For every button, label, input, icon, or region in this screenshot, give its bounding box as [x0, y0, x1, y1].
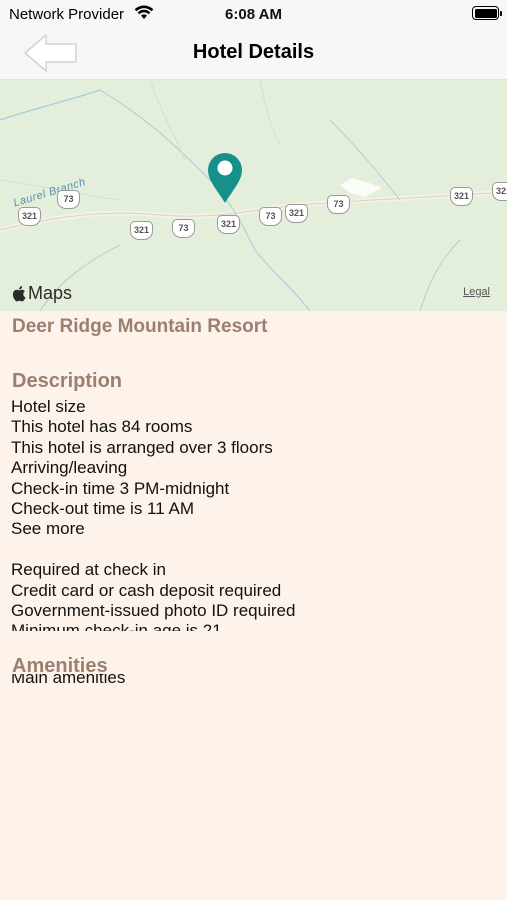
- map-view[interactable]: Laurel Branch 73 321 321 73 321 73 321 7…: [0, 80, 507, 311]
- description-line: Hotel size: [11, 397, 86, 416]
- map-pin-icon[interactable]: [206, 151, 244, 205]
- description-line: Credit card or cash deposit required: [11, 580, 282, 600]
- status-bar: Network Provider 6:08 AM: [0, 0, 507, 26]
- description-text: Hotel size This hotel has 84 rooms This …: [11, 397, 491, 631]
- hotel-name: Deer Ridge Mountain Resort: [12, 316, 268, 337]
- route-shield: 321: [285, 204, 308, 223]
- route-shield: 73: [327, 195, 350, 214]
- route-shield: 321: [450, 187, 473, 206]
- description-line: [11, 540, 491, 560]
- amenities-line: Main amenities: [11, 674, 126, 687]
- description-heading: Description: [12, 370, 123, 392]
- status-time: 6:08 AM: [225, 6, 282, 23]
- legal-link[interactable]: Legal: [463, 286, 490, 298]
- maps-logo-text: Maps: [28, 283, 73, 303]
- description-line: Required at check in: [11, 560, 166, 580]
- route-shield: 321: [217, 215, 240, 234]
- amenities-text: Main amenities: [11, 674, 491, 688]
- see-more-link[interactable]: See more: [11, 519, 491, 539]
- description-line: This hotel has 84 rooms: [11, 417, 193, 437]
- route-shield: 321: [130, 221, 153, 240]
- description-line: Check-in time 3 PM-midnight: [11, 478, 230, 498]
- description-line: Arriving/leaving: [11, 458, 128, 478]
- route-shield: 73: [57, 190, 80, 209]
- route-shield: 321: [492, 182, 507, 201]
- nav-bar: Hotel Details: [0, 26, 507, 80]
- description-line: Minimum check-in age is 21: [11, 621, 222, 631]
- battery-icon: [472, 6, 502, 20]
- route-shield: 321: [18, 207, 41, 226]
- description-line: Check-out time is 11 AM: [11, 498, 194, 518]
- apple-icon: [12, 286, 26, 302]
- route-shield: 73: [259, 207, 282, 226]
- description-line: Government-issued photo ID required: [11, 600, 296, 620]
- maps-logo: Maps: [12, 283, 72, 304]
- page-title: Hotel Details: [192, 41, 315, 63]
- description-line: This hotel is arranged over 3 floors: [11, 437, 273, 457]
- route-shield: 73: [172, 219, 195, 238]
